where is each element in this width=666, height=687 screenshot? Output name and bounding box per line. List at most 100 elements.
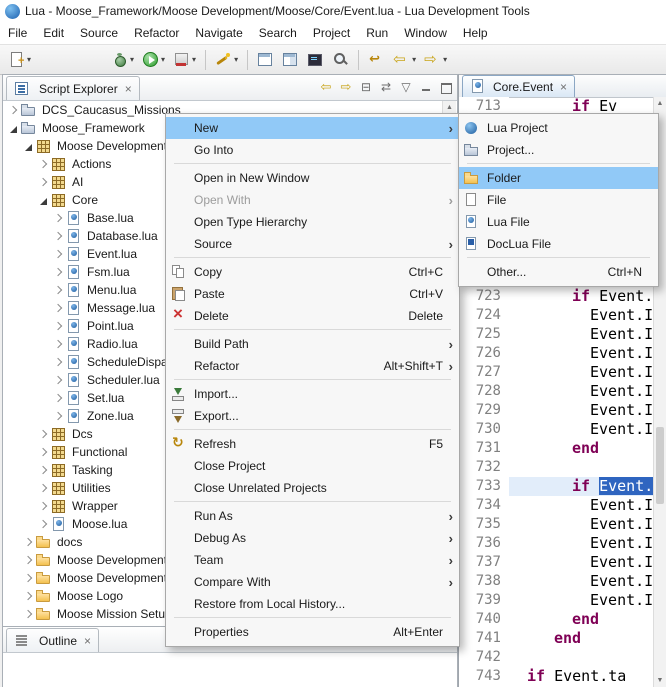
new-lua-wizard-button[interactable]: ▾ — [212, 47, 241, 73]
run-button[interactable]: ▾ — [139, 47, 168, 73]
expand-arrow-icon[interactable] — [53, 267, 64, 278]
maximize-icon[interactable] — [438, 79, 454, 95]
last-edit-location-button[interactable] — [365, 47, 388, 73]
close-icon[interactable]: × — [560, 81, 567, 93]
dropdown-arrow-icon[interactable]: ▾ — [161, 55, 165, 64]
expand-arrow-icon[interactable] — [53, 411, 64, 422]
expand-arrow-icon[interactable] — [38, 429, 49, 440]
tab-core-event[interactable]: Core.Event × — [462, 75, 575, 97]
new-wizard-button[interactable]: ▾ — [5, 47, 34, 73]
close-icon[interactable]: × — [84, 635, 91, 647]
context-menu-item-copy[interactable]: CopyCtrl+C — [166, 261, 459, 283]
expand-arrow-icon[interactable] — [23, 537, 34, 548]
expand-arrow-icon[interactable] — [23, 573, 34, 584]
context-menu-item-build-path[interactable]: Build Path› — [166, 333, 459, 355]
context-menu-item-new[interactable]: New› — [166, 117, 459, 139]
expand-arrow-icon[interactable] — [38, 159, 49, 170]
new-submenu-item-project[interactable]: Project... — [459, 139, 658, 161]
expand-arrow-icon[interactable] — [38, 177, 49, 188]
menubar-item-project[interactable]: Project — [305, 22, 358, 44]
expand-arrow-icon[interactable] — [53, 303, 64, 314]
context-menu-item-delete[interactable]: DeleteDelete — [166, 305, 459, 327]
new-submenu-item-doclua-file[interactable]: DocLua File — [459, 233, 658, 255]
collapse-all-icon[interactable]: ⊟ — [358, 79, 374, 95]
menubar-item-source[interactable]: Source — [72, 22, 126, 44]
dropdown-arrow-icon[interactable]: ▾ — [412, 55, 416, 64]
expand-arrow-icon[interactable] — [53, 393, 64, 404]
expand-arrow-icon[interactable] — [23, 591, 34, 602]
scroll-down-icon[interactable]: ▼ — [654, 674, 666, 687]
view-menu-icon[interactable]: ▽ — [398, 79, 414, 95]
new-submenu-item-other[interactable]: Other...Ctrl+N — [459, 261, 658, 283]
editor-scrollbar-thumb[interactable] — [656, 427, 664, 504]
new-submenu-item-file[interactable]: File — [459, 189, 658, 211]
debug-button[interactable]: ▾ — [108, 47, 137, 73]
menubar-item-run[interactable]: Run — [358, 22, 396, 44]
expand-arrow-icon[interactable] — [53, 357, 64, 368]
menubar-item-search[interactable]: Search — [251, 22, 305, 44]
scroll-up-icon[interactable]: ▲ — [654, 97, 666, 110]
context-menu-item-compare-with[interactable]: Compare With› — [166, 571, 459, 593]
close-icon[interactable]: × — [125, 83, 132, 95]
expand-arrow-icon[interactable] — [38, 519, 49, 530]
context-menu-item-open-in-new-window[interactable]: Open in New Window — [166, 167, 459, 189]
context-menu-item-source[interactable]: Source› — [166, 233, 459, 255]
context-menu-item-export[interactable]: Export... — [166, 405, 459, 427]
link-with-editor-icon[interactable]: ⇄ — [378, 79, 394, 95]
expand-arrow-icon[interactable] — [53, 375, 64, 386]
menubar-item-navigate[interactable]: Navigate — [187, 22, 250, 44]
context-menu-item-paste[interactable]: PasteCtrl+V — [166, 283, 459, 305]
external-tools-button[interactable]: ▾ — [170, 47, 199, 73]
context-menu-item-refresh[interactable]: RefreshF5 — [166, 433, 459, 455]
console-button[interactable] — [304, 47, 327, 73]
back-button[interactable]: ▾ — [390, 47, 419, 73]
context-menu-item-debug-as[interactable]: Debug As› — [166, 527, 459, 549]
expand-arrow-icon[interactable] — [23, 609, 34, 620]
expand-arrow-icon[interactable] — [53, 285, 64, 296]
context-menu-item-close-unrelated-projects[interactable]: Close Unrelated Projects — [166, 477, 459, 499]
menubar-item-file[interactable]: File — [0, 22, 35, 44]
expand-arrow-icon[interactable] — [53, 213, 64, 224]
menubar-item-refactor[interactable]: Refactor — [126, 22, 187, 44]
new-submenu-item-lua-project[interactable]: Lua Project — [459, 117, 658, 139]
tab-script-explorer[interactable]: Script Explorer × — [6, 76, 140, 100]
expand-arrow-icon[interactable] — [53, 339, 64, 350]
forward-history-icon[interactable]: ⇨ — [338, 79, 354, 95]
context-menu-item-properties[interactable]: PropertiesAlt+Enter — [166, 621, 459, 643]
expand-arrow-icon[interactable] — [53, 231, 64, 242]
back-history-icon[interactable]: ⇦ — [318, 79, 334, 95]
context-menu-item-import[interactable]: Import... — [166, 383, 459, 405]
expand-arrow-icon[interactable] — [23, 555, 34, 566]
context-menu-item-team[interactable]: Team› — [166, 549, 459, 571]
new-submenu-item-lua-file[interactable]: Lua File — [459, 211, 658, 233]
expand-arrow-icon[interactable] — [38, 501, 49, 512]
search-button[interactable] — [329, 47, 352, 73]
dropdown-arrow-icon[interactable]: ▾ — [192, 55, 196, 64]
collapse-arrow-icon[interactable] — [23, 141, 34, 152]
dropdown-arrow-icon[interactable]: ▾ — [234, 55, 238, 64]
expand-arrow-icon[interactable] — [53, 249, 64, 260]
menubar-item-edit[interactable]: Edit — [35, 22, 72, 44]
context-menu-item-go-into[interactable]: Go Into — [166, 139, 459, 161]
context-menu-item-restore-from-local-history[interactable]: Restore from Local History... — [166, 593, 459, 615]
context-menu-item-close-project[interactable]: Close Project — [166, 455, 459, 477]
expand-arrow-icon[interactable] — [38, 465, 49, 476]
context-menu-item-refactor[interactable]: RefactorAlt+Shift+T› — [166, 355, 459, 377]
context-menu-item-run-as[interactable]: Run As› — [166, 505, 459, 527]
collapse-arrow-icon[interactable] — [38, 195, 49, 206]
dropdown-arrow-icon[interactable]: ▾ — [443, 55, 447, 64]
menubar-item-window[interactable]: Window — [396, 22, 455, 44]
expand-arrow-icon[interactable] — [53, 321, 64, 332]
open-perspective-button[interactable] — [254, 47, 277, 73]
forward-button[interactable]: ▾ — [421, 47, 450, 73]
dropdown-arrow-icon[interactable]: ▾ — [130, 55, 134, 64]
expand-arrow-icon[interactable] — [38, 447, 49, 458]
collapse-arrow-icon[interactable] — [8, 123, 19, 134]
new-submenu-item-folder[interactable]: Folder — [459, 167, 658, 189]
minimize-icon[interactable] — [418, 79, 434, 95]
context-menu-item-open-type-hierarchy[interactable]: Open Type Hierarchy — [166, 211, 459, 233]
expand-arrow-icon[interactable] — [8, 105, 19, 116]
show-view-button[interactable] — [279, 47, 302, 73]
menubar-item-help[interactable]: Help — [455, 22, 496, 44]
tab-outline[interactable]: Outline × — [6, 628, 99, 652]
